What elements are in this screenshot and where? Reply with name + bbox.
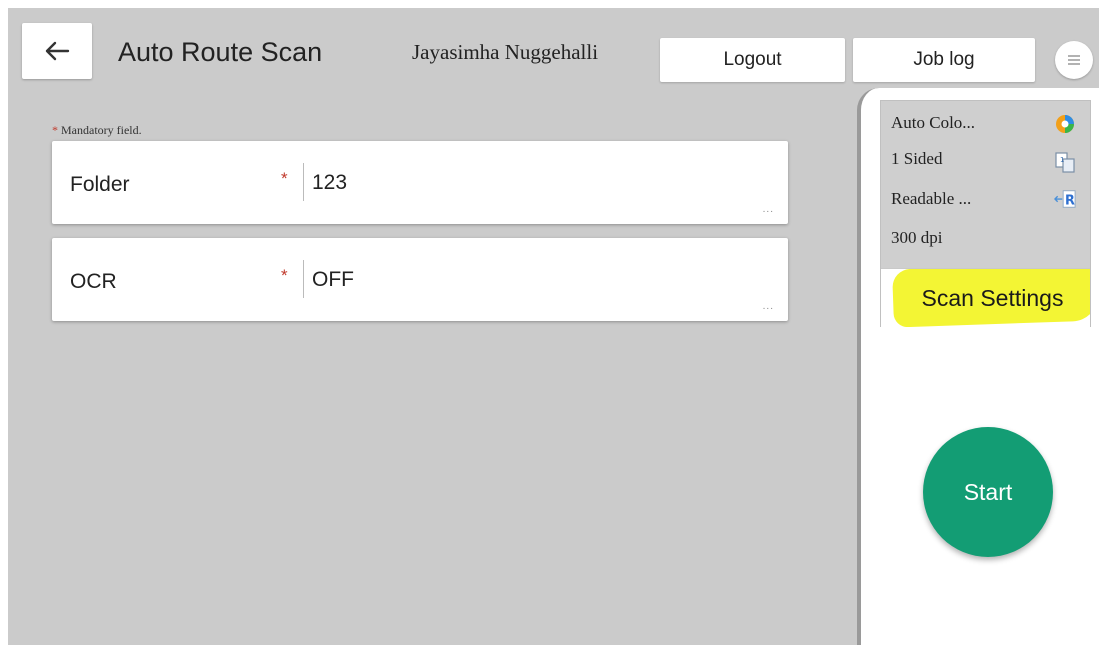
required-marker: * — [281, 266, 288, 285]
app-screen: Auto Route Scan Jayasimha Nuggehalli Log… — [8, 8, 1099, 645]
field-label-ocr: OCR — [70, 270, 117, 293]
setting-orientation: Readable ... — [891, 189, 972, 208]
ocr-field[interactable]: OCR * OFF ... — [52, 238, 788, 321]
field-label-folder: Folder — [70, 173, 130, 196]
folder-field[interactable]: Folder * 123 ... — [52, 141, 788, 224]
user-name: Jayasimha Nuggehalli — [412, 40, 599, 64]
logout-button[interactable]: Logout — [660, 38, 845, 82]
required-marker: * — [281, 169, 288, 188]
mandatory-note: * Mandatory field. — [52, 123, 142, 138]
svg-text:1: 1 — [1060, 156, 1064, 164]
back-button[interactable] — [22, 23, 92, 79]
mandatory-note-text: Mandatory field. — [61, 123, 142, 137]
field-separator — [303, 260, 304, 298]
setting-resolution: 300 dpi — [891, 228, 943, 247]
setting-sides: 1 Sided — [891, 149, 943, 168]
one-sided-icon: 1 — [1054, 151, 1076, 173]
ocr-value: OFF — [312, 268, 354, 291]
start-button[interactable]: Start — [923, 427, 1053, 557]
page-title: Auto Route Scan — [118, 37, 323, 67]
more-icon: ... — [762, 301, 774, 312]
auto-color-icon — [1054, 113, 1076, 135]
arrow-left-icon — [45, 41, 70, 61]
readable-direction-icon: R — [1054, 188, 1076, 210]
right-panel: Auto Colo... 1 Sided 1 Readable ... R 30… — [857, 88, 1099, 645]
field-separator — [303, 163, 304, 201]
scan-settings-summary[interactable]: Auto Colo... 1 Sided 1 Readable ... R 30… — [880, 100, 1091, 327]
folder-value: 123 — [312, 171, 348, 194]
setting-color: Auto Colo... — [891, 113, 976, 132]
scan-settings-button[interactable]: Scan Settings — [881, 268, 1090, 327]
menu-button[interactable] — [1055, 41, 1093, 79]
job-log-button[interactable]: Job log — [853, 38, 1035, 82]
mandatory-star: * — [52, 123, 58, 137]
more-icon: ... — [762, 204, 774, 215]
svg-text:R: R — [1065, 194, 1075, 209]
hamburger-icon — [1068, 55, 1080, 65]
scan-settings-label: Scan Settings — [921, 284, 1064, 311]
